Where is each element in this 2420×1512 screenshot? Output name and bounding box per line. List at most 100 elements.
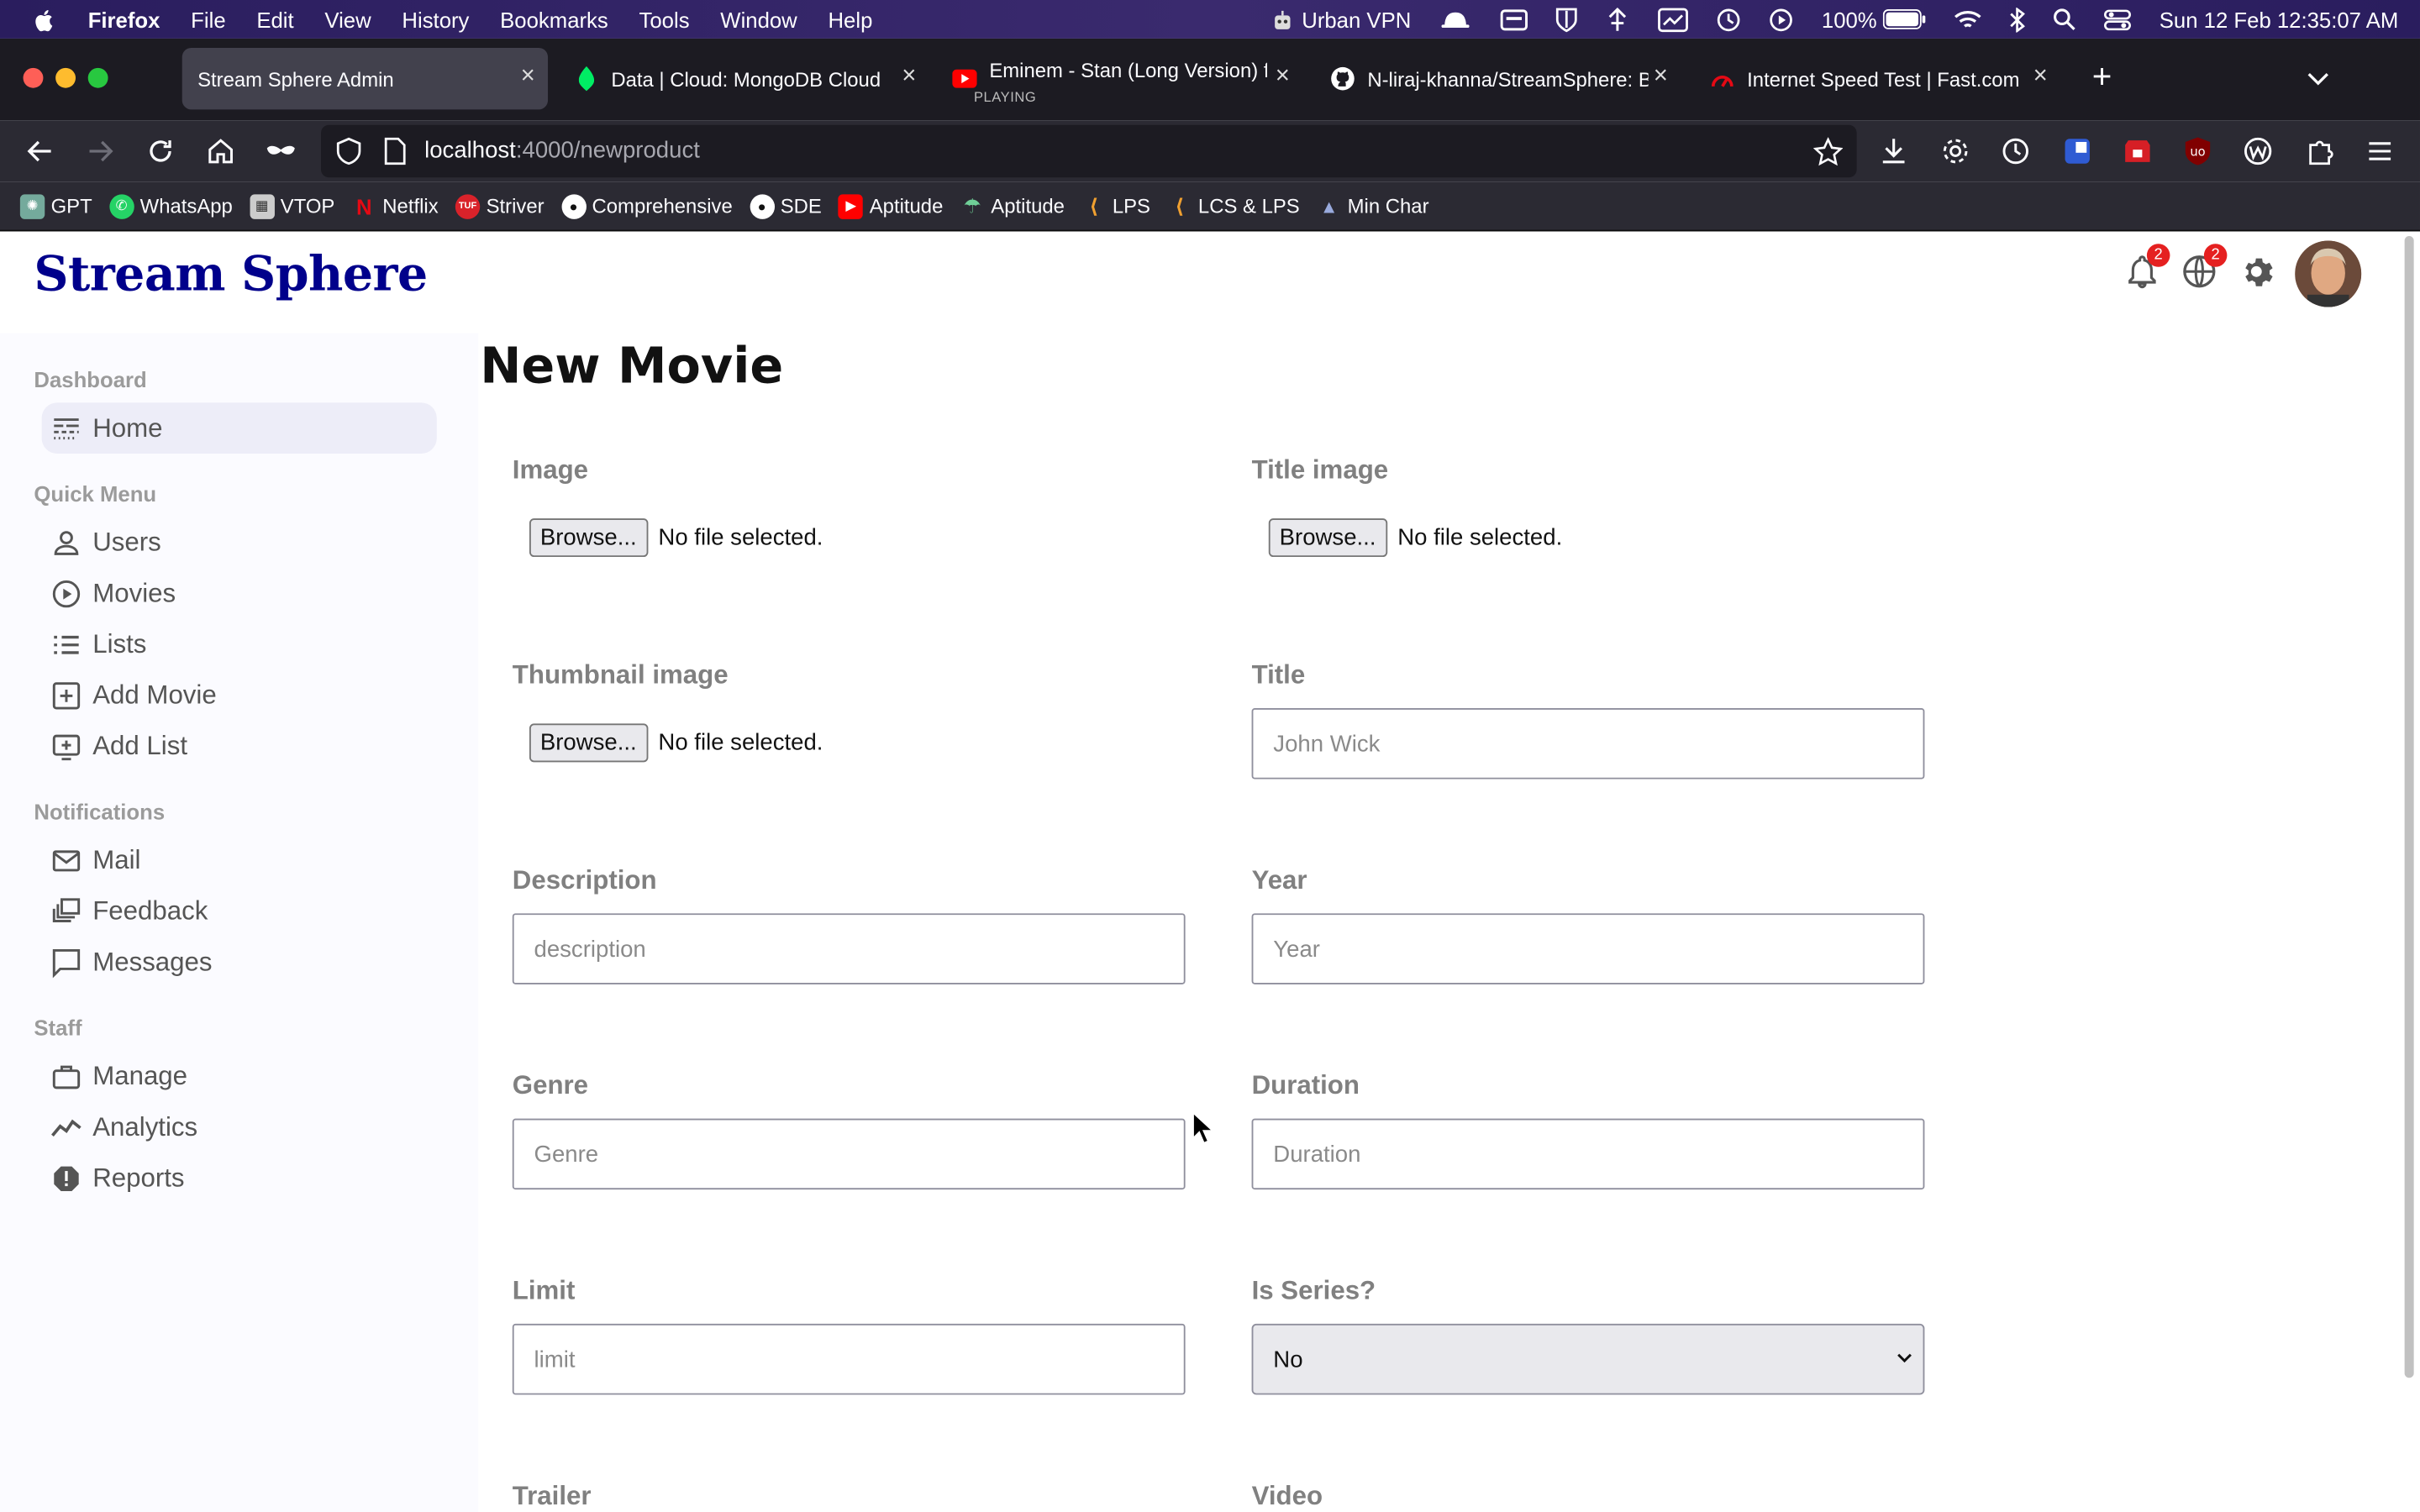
sidebar-item-analytics[interactable]: Analytics (42, 1101, 437, 1152)
history-clock-icon[interactable] (2000, 136, 2031, 167)
thumbnail-file-input[interactable]: Browse... No file selected. (529, 723, 823, 763)
sidebar-item-lists[interactable]: Lists (42, 619, 437, 670)
tab-stream-sphere-admin[interactable]: Stream Sphere Admin × (182, 47, 549, 110)
sidebar-item-messages[interactable]: Messages (42, 937, 437, 988)
tracking-shield-icon[interactable] (335, 137, 363, 165)
reload-icon[interactable] (145, 136, 176, 167)
bookmark-aptitude-youtube[interactable]: ▶ Aptitude (839, 193, 943, 218)
sidebar-item-reports[interactable]: Reports (42, 1152, 437, 1204)
scrollbar-thumb[interactable] (2404, 236, 2414, 1378)
bookmark-striver[interactable]: TUF Striver (455, 193, 544, 218)
sidebar-item-add-list[interactable]: Add List (42, 721, 437, 772)
bookmark-min-char[interactable]: ▲ Min Char (1317, 194, 1429, 218)
bookmark-comprehensive[interactable]: ● Comprehensive (560, 193, 733, 218)
menu-help[interactable]: Help (828, 7, 872, 31)
menu-file[interactable]: File (191, 7, 225, 31)
title-image-file-input[interactable]: Browse... No file selected. (1268, 518, 1562, 558)
url-text[interactable]: localhost:4000/newproduct (424, 137, 700, 163)
year-input[interactable]: Year (1251, 913, 1925, 984)
language-button[interactable]: 2 (2181, 244, 2228, 290)
bookmark-lps[interactable]: ⟨ LPS (1081, 194, 1150, 218)
bitwarden-shield-icon[interactable] (1556, 7, 1578, 32)
cast-icon[interactable] (1501, 8, 1528, 30)
close-icon[interactable]: × (517, 64, 539, 88)
container-extension-icon[interactable] (2062, 136, 2093, 167)
home-icon[interactable] (205, 136, 236, 167)
image-browse-button[interactable]: Browse... (529, 518, 648, 558)
apple-icon[interactable] (33, 7, 57, 31)
sidebar-item-home[interactable]: Home (41, 402, 437, 454)
window-zoom-button[interactable] (87, 67, 108, 88)
window-minimize-button[interactable] (55, 67, 76, 88)
app-logo[interactable]: Stream Sphere (34, 247, 428, 302)
menu-window[interactable]: Window (720, 7, 797, 31)
menu-app-name[interactable]: Firefox (88, 7, 160, 31)
user-avatar[interactable] (2295, 240, 2362, 307)
bookmark-gpt[interactable]: ✺ GPT (19, 193, 92, 218)
sidebar-item-mail[interactable]: Mail (42, 835, 437, 886)
menu-edit[interactable]: Edit (256, 7, 293, 31)
bookmark-sde[interactable]: ● SDE (749, 193, 822, 218)
sidebar-item-users[interactable]: Users (42, 517, 437, 568)
sidebar-item-add-movie[interactable]: Add Movie (42, 669, 437, 721)
bookmark-netflix[interactable]: N Netflix (352, 194, 439, 218)
menu-tools[interactable]: Tools (639, 7, 690, 31)
sidebar-item-manage[interactable]: Manage (42, 1051, 437, 1102)
wappalyzer-icon[interactable] (2243, 136, 2274, 167)
wifi-icon[interactable] (1954, 8, 1982, 30)
bookmark-lcs-lps[interactable]: ⟨ LCS & LPS (1167, 194, 1299, 218)
battery-status[interactable]: 100% (1822, 7, 1927, 32)
play-status-icon[interactable] (1769, 7, 1793, 31)
duration-input[interactable]: Duration (1251, 1118, 1925, 1190)
ublock-origin-icon[interactable]: uo (2182, 136, 2213, 167)
settings-button[interactable] (2238, 253, 2275, 290)
settings-gear-icon[interactable] (1940, 136, 1971, 167)
bookmark-vtop[interactable]: ▦ VTOP (250, 193, 334, 218)
control-center-icon[interactable] (2104, 8, 2132, 30)
page-info-icon[interactable] (383, 137, 408, 165)
time-machine-icon[interactable] (1717, 7, 1741, 31)
window-close-button[interactable] (23, 67, 44, 88)
menu-bookmarks[interactable]: Bookmarks (500, 7, 608, 31)
image-file-input[interactable]: Browse... No file selected. (529, 518, 823, 558)
title-image-browse-button[interactable]: Browse... (1268, 518, 1387, 558)
private-mask-icon[interactable] (266, 136, 297, 167)
title-input[interactable]: John Wick (1251, 708, 1925, 780)
extensions-puzzle-icon[interactable] (2304, 136, 2335, 167)
url-bar[interactable]: localhost:4000/newproduct (321, 124, 1857, 178)
downloads-icon[interactable] (1878, 136, 1909, 167)
tab-mongodb-cloud[interactable]: Data | Cloud: MongoDB Cloud × (559, 48, 929, 109)
sidebar-item-movies[interactable]: Movies (42, 568, 437, 619)
ghost-status-icon[interactable] (1439, 7, 1472, 31)
lock-extension-icon[interactable] (2123, 136, 2154, 167)
menu-history[interactable]: History (402, 7, 469, 31)
description-input[interactable]: description (512, 913, 1186, 984)
genre-input[interactable]: Genre (512, 1118, 1186, 1190)
close-icon[interactable]: × (1649, 64, 1671, 88)
limit-input[interactable]: limit (512, 1323, 1186, 1395)
new-tab-button[interactable]: + (2086, 60, 2118, 93)
monitor-icon[interactable] (1658, 7, 1689, 32)
bookmark-star-icon[interactable] (1813, 137, 1844, 166)
spotlight-search-icon[interactable] (2053, 8, 2076, 31)
tab-fast-com[interactable]: Internet Speed Test | Fast.com × (1695, 48, 2060, 109)
notifications-button[interactable]: 2 (2123, 244, 2170, 290)
close-icon[interactable]: × (1271, 64, 1293, 88)
close-icon[interactable]: × (898, 64, 920, 88)
bluetooth-icon[interactable] (2010, 7, 2025, 32)
is-series-select[interactable]: No (1251, 1323, 1925, 1395)
transfer-icon[interactable] (1606, 7, 1630, 31)
tab-youtube-eminem[interactable]: Eminem - Stan (Long Version) ft PLAYING … (937, 48, 1302, 109)
back-arrow-icon[interactable] (24, 136, 55, 167)
close-icon[interactable]: × (2029, 64, 2051, 88)
hamburger-menu-icon[interactable] (2365, 136, 2396, 167)
page-scrollbar[interactable] (2398, 231, 2420, 1512)
menu-view[interactable]: View (324, 7, 371, 31)
clock[interactable]: Sun 12 Feb 12:35:07 AM (2160, 7, 2398, 31)
bookmark-whatsapp[interactable]: ✆ WhatsApp (108, 193, 233, 218)
bookmark-aptitude[interactable]: ☂ Aptitude (960, 194, 1065, 218)
tab-github-streamsphere[interactable]: N-liraj-khanna/StreamSphere: B × (1315, 48, 1681, 109)
vpn-status[interactable]: Urban VPN (1271, 7, 1411, 32)
thumbnail-browse-button[interactable]: Browse... (529, 723, 648, 763)
list-all-tabs-chevron-icon[interactable] (2304, 65, 2332, 92)
